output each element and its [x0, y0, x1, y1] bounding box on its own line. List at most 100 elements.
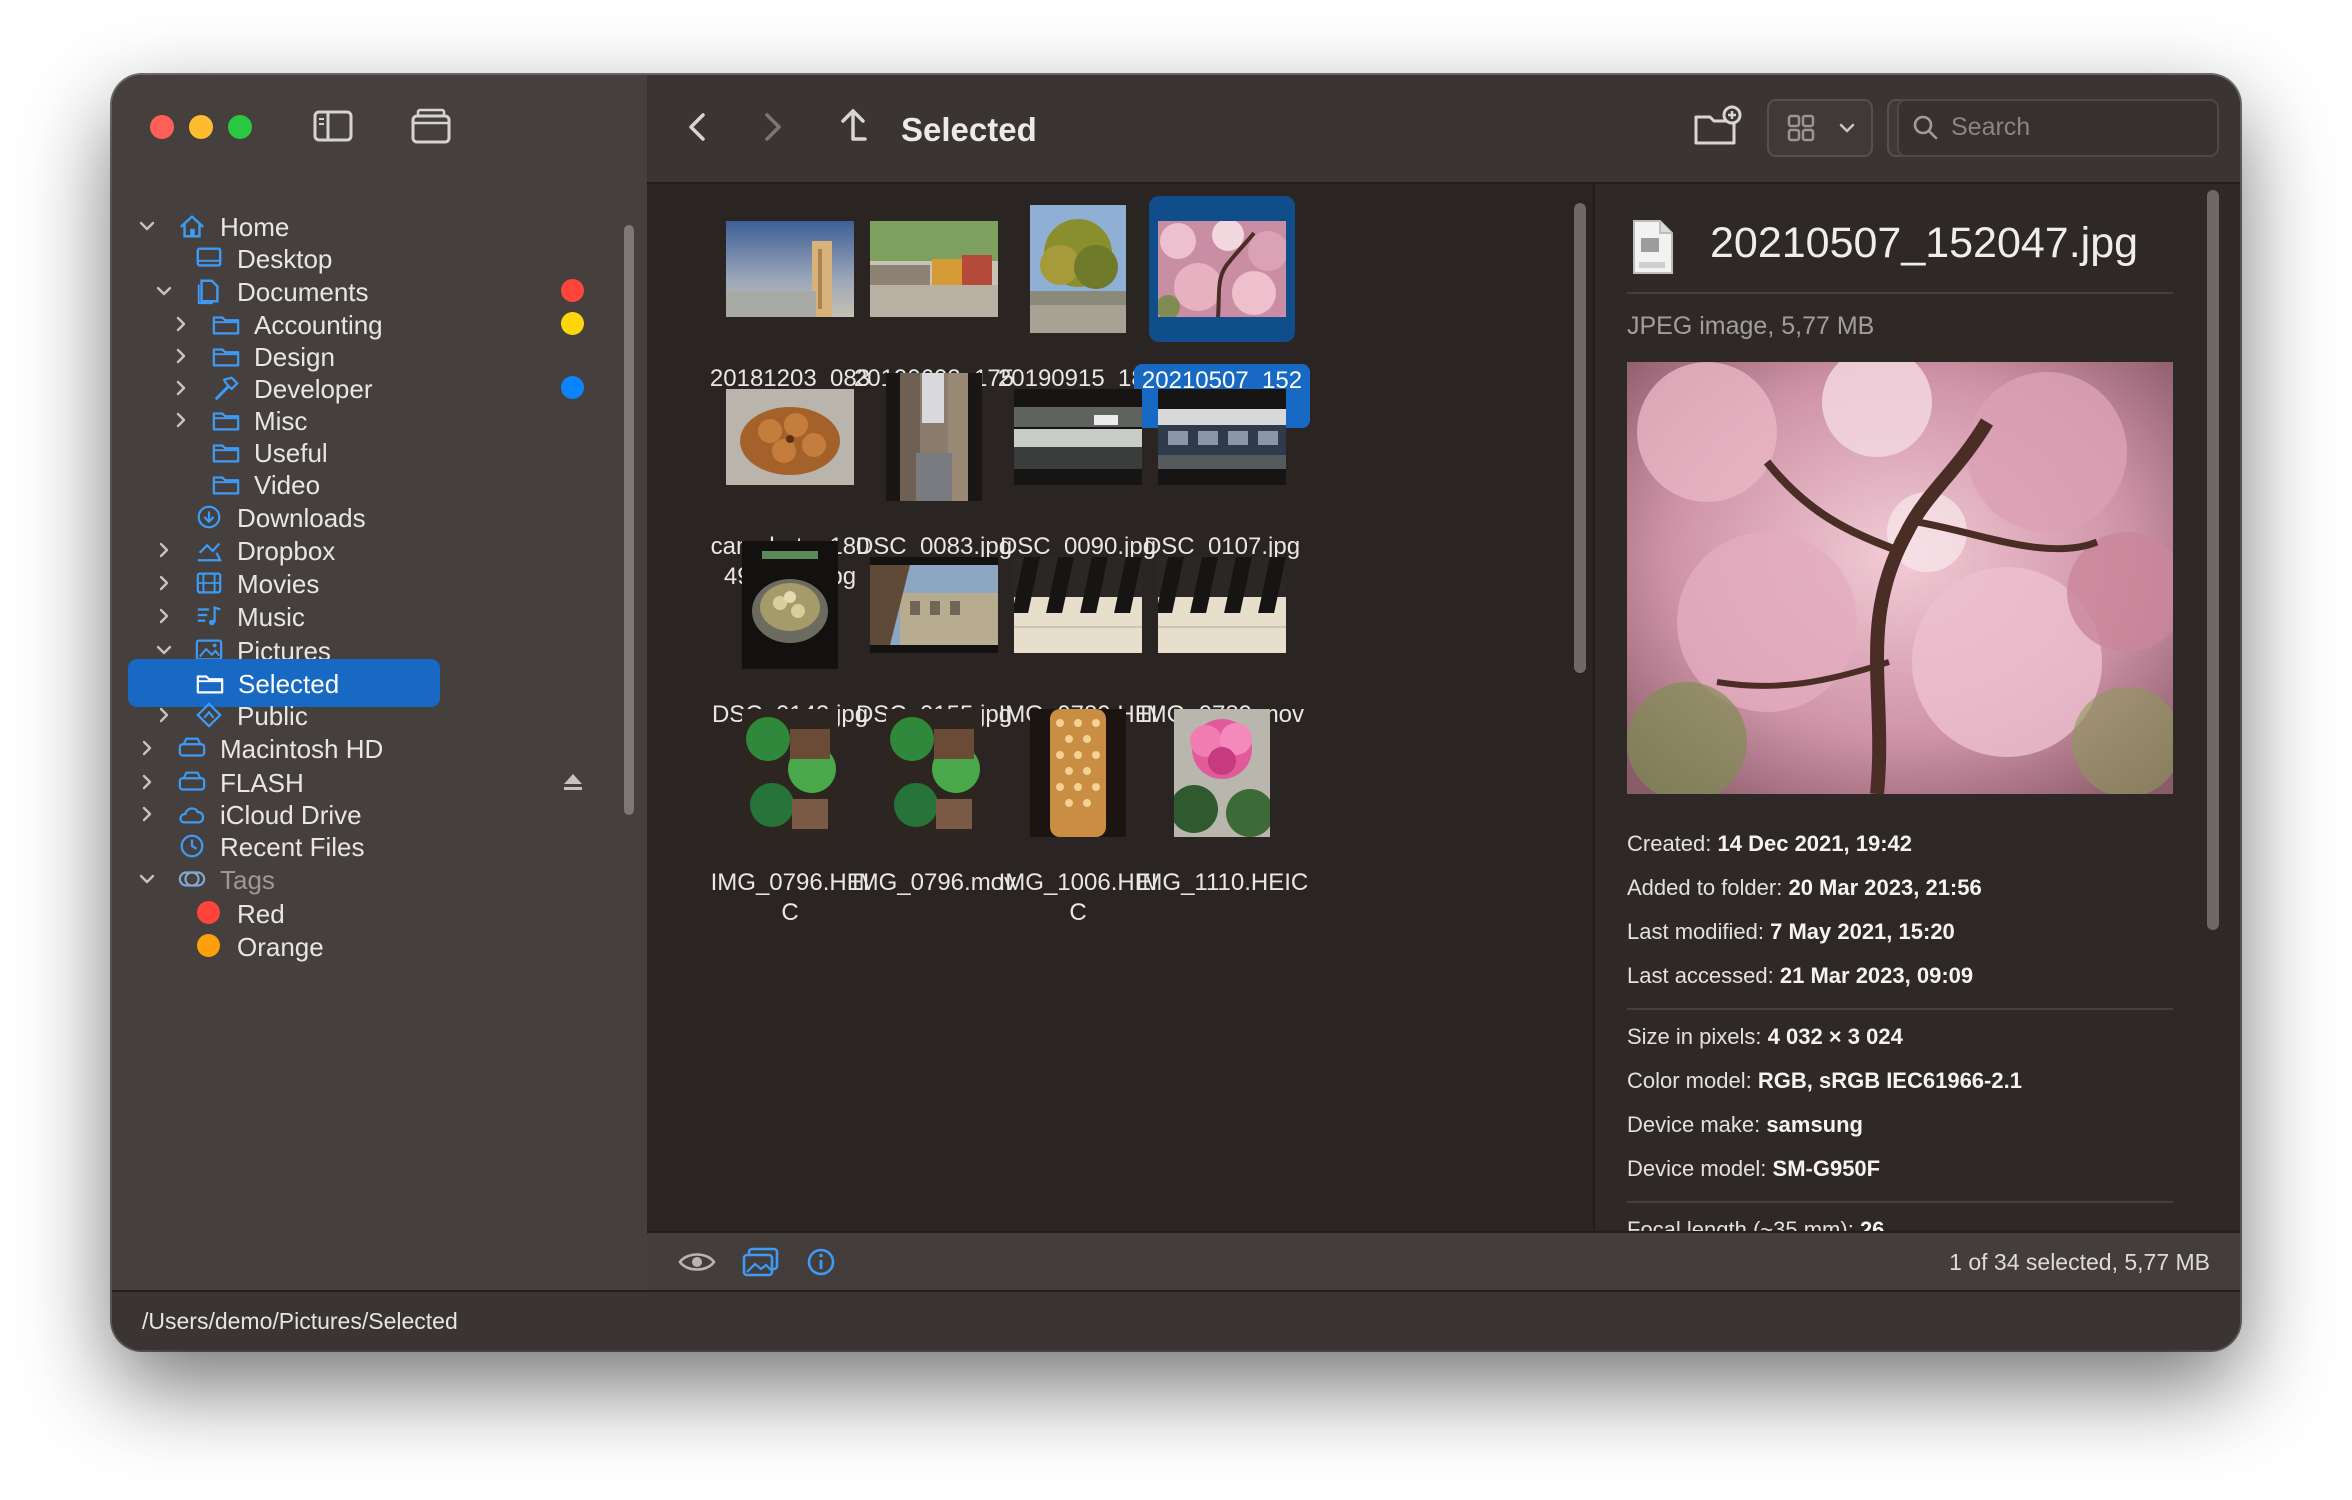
- metadata-label: Created:: [1627, 831, 1712, 856]
- file-name-text: IMG_1110.HEIC: [1135, 869, 1309, 896]
- info-icon[interactable]: [805, 1246, 837, 1278]
- metadata-row: Last modified: 7 May 2021, 15:20: [1627, 919, 1955, 945]
- inspector-subtitle: JPEG image, 5,77 MB: [1627, 312, 1875, 340]
- inspector-filename: 20210507_152047.jpg: [1710, 219, 2139, 267]
- metadata-value: 4 032 × 3 024: [1767, 1024, 1903, 1049]
- chevron-right-icon[interactable]: [172, 379, 190, 397]
- chevron-down-icon[interactable]: [138, 870, 156, 888]
- file-thumbnail: [886, 373, 982, 501]
- toolbar: Selected Search: [647, 75, 2240, 184]
- chevron-right-icon[interactable]: [138, 739, 156, 757]
- tabs-overview-button[interactable]: [410, 107, 452, 145]
- metadata-row: Device model: SM-G950F: [1627, 1156, 1880, 1182]
- metadata-value: 20 Mar 2023, 21:56: [1788, 875, 1982, 900]
- view-mode-button[interactable]: [1767, 99, 1873, 157]
- inspector-panel: 20210507_152047.jpg JPEG image, 5,77 MB: [1593, 184, 2240, 1242]
- status-bar: 1 of 34 selected, 5,77 MB: [647, 1231, 2240, 1292]
- divider: [1627, 1201, 2173, 1203]
- chevron-down-icon[interactable]: [155, 282, 173, 300]
- chevron-right-icon[interactable]: [172, 411, 190, 429]
- chevron-right-icon[interactable]: [155, 706, 173, 724]
- grid-view-icon: [1787, 114, 1855, 142]
- window-title: Selected: [901, 111, 1037, 148]
- file-thumbnail: [1158, 389, 1286, 485]
- finder-window: Home Desktop Documents Accounting Design Deve…: [112, 75, 2240, 1350]
- metadata-row: Size in pixels: 4 032 × 3 024: [1627, 1024, 1903, 1050]
- inspector-scrollbar[interactable]: [2207, 190, 2219, 930]
- file-thumbnail: [1030, 709, 1126, 837]
- chevron-right-icon[interactable]: [172, 315, 190, 333]
- file-thumbnail: [742, 709, 838, 837]
- grid-scrollbar[interactable]: [1574, 203, 1586, 673]
- sidebar: Home Desktop Documents Accounting Design Deve…: [112, 75, 647, 1290]
- chevron-right-icon[interactable]: [155, 541, 173, 559]
- chevron-right-icon[interactable]: [138, 773, 156, 791]
- current-path[interactable]: /Users/demo/Pictures/Selected: [142, 1308, 458, 1335]
- eye-icon[interactable]: [677, 1247, 717, 1277]
- metadata-value: RGB, sRGB IEC61966-2.1: [1757, 1068, 2022, 1093]
- search-icon: [1913, 115, 1938, 140]
- new-folder-button[interactable]: [1692, 99, 1742, 155]
- blossom-preview-image: [1627, 362, 2173, 794]
- sidebar-scrollbar[interactable]: [624, 225, 634, 815]
- metadata-label: Last modified:: [1627, 919, 1764, 944]
- metadata-row: Last accessed: 21 Mar 2023, 09:09: [1627, 963, 1973, 989]
- color-tag-icon: [561, 279, 584, 302]
- file-thumbnail: [886, 709, 982, 837]
- metadata-label: Last accessed:: [1627, 963, 1774, 988]
- close-button[interactable]: [150, 115, 174, 139]
- divider: [1627, 292, 2173, 294]
- divider: [1627, 1008, 2173, 1010]
- chevron-right-icon[interactable]: [155, 607, 173, 625]
- file-thumbnail: [742, 541, 838, 669]
- metadata-label: Device make:: [1627, 1112, 1761, 1137]
- file-thumbnail: [1158, 221, 1286, 317]
- metadata-value: SM-G950F: [1772, 1156, 1881, 1181]
- photos-icon[interactable]: [741, 1246, 781, 1278]
- back-button[interactable]: [683, 99, 713, 155]
- chevron-left-icon: [689, 113, 705, 141]
- search-placeholder: Search: [1951, 113, 2031, 141]
- arrow-up-icon: [841, 109, 867, 141]
- metadata-row: Created: 14 Dec 2021, 19:42: [1627, 831, 1912, 857]
- metadata-value: 21 Mar 2023, 09:09: [1779, 963, 1974, 988]
- chevron-right-icon[interactable]: [138, 805, 156, 823]
- search-field[interactable]: Search: [1897, 99, 2219, 157]
- chevron-down-icon[interactable]: [138, 217, 156, 235]
- image-preview: [1627, 362, 2173, 794]
- chevron-right-icon[interactable]: [155, 574, 173, 592]
- tag-dot-icon: [197, 934, 220, 957]
- metadata-row: Color model: RGB, sRGB IEC61966-2.1: [1627, 1068, 2022, 1094]
- chevron-right-icon: [765, 113, 781, 141]
- chevron-down-icon[interactable]: [155, 641, 173, 659]
- forward-button[interactable]: [757, 99, 787, 155]
- file-grid: 20181203_083 217.jpg20190603_175 944.jpg…: [647, 184, 1593, 1229]
- zoom-button[interactable]: [228, 115, 252, 139]
- metadata-value: 14 Dec 2021, 19:42: [1717, 831, 1913, 856]
- path-bar: /Users/demo/Pictures/Selected: [112, 1290, 2240, 1350]
- new-folder-icon: [1694, 105, 1742, 145]
- metadata-label: Added to folder:: [1627, 875, 1783, 900]
- metadata-label: Size in pixels:: [1627, 1024, 1762, 1049]
- chevron-right-icon[interactable]: [172, 347, 190, 365]
- file-thumbnail: [1158, 557, 1286, 653]
- metadata-row: Device make: samsung: [1627, 1112, 1863, 1138]
- enclosing-folder-button[interactable]: [833, 99, 873, 155]
- metadata-row: Added to folder: 20 Mar 2023, 21:56: [1627, 875, 1982, 901]
- jpeg-file-icon: [1633, 220, 1673, 274]
- minimize-button[interactable]: [189, 115, 213, 139]
- metadata-label: Color model:: [1627, 1068, 1752, 1093]
- metadata-label: Device model:: [1627, 1156, 1767, 1181]
- metadata-value: 7 May 2021, 15:20: [1770, 919, 1955, 944]
- sidebar-icon: [313, 110, 353, 142]
- sidebar-item-label: Orange: [237, 932, 324, 962]
- sidebar-item-orange[interactable]: Orange: [136, 922, 606, 970]
- file-name: IMG_1110.HEIC: [1113, 868, 1331, 898]
- tabs-icon: [411, 108, 451, 144]
- toggle-sidebar-button[interactable]: [312, 107, 354, 145]
- file-thumbnail: [1030, 205, 1126, 333]
- tag-dot-icon: [197, 901, 220, 924]
- metadata-value: samsung: [1766, 1112, 1863, 1137]
- file-thumbnail: [1174, 709, 1270, 837]
- file-item[interactable]: IMG_1110.HEIC: [1113, 700, 1331, 950]
